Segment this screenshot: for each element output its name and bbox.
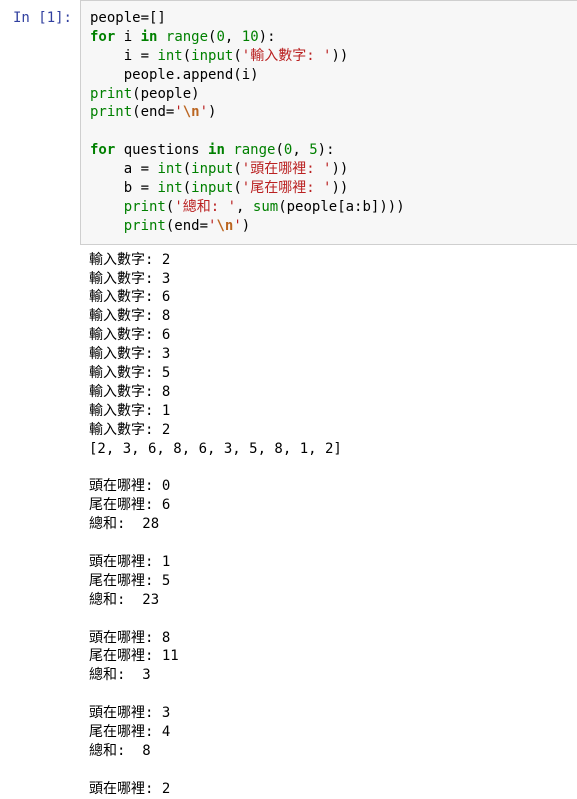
code-content[interactable]: people=[] for i in range(0, 10): i = int… <box>90 9 568 236</box>
input-prompt: In [1]: <box>0 0 80 245</box>
output-text: 輸入數字: 2 輸入數字: 3 輸入數字: 6 輸入數字: 8 輸入數字: 6 … <box>80 245 577 799</box>
prompt-label: In [1]: <box>13 10 72 26</box>
notebook-cell: In [1]: people=[] for i in range(0, 10):… <box>0 0 577 245</box>
code-input-area[interactable]: people=[] for i in range(0, 10): i = int… <box>80 0 577 245</box>
